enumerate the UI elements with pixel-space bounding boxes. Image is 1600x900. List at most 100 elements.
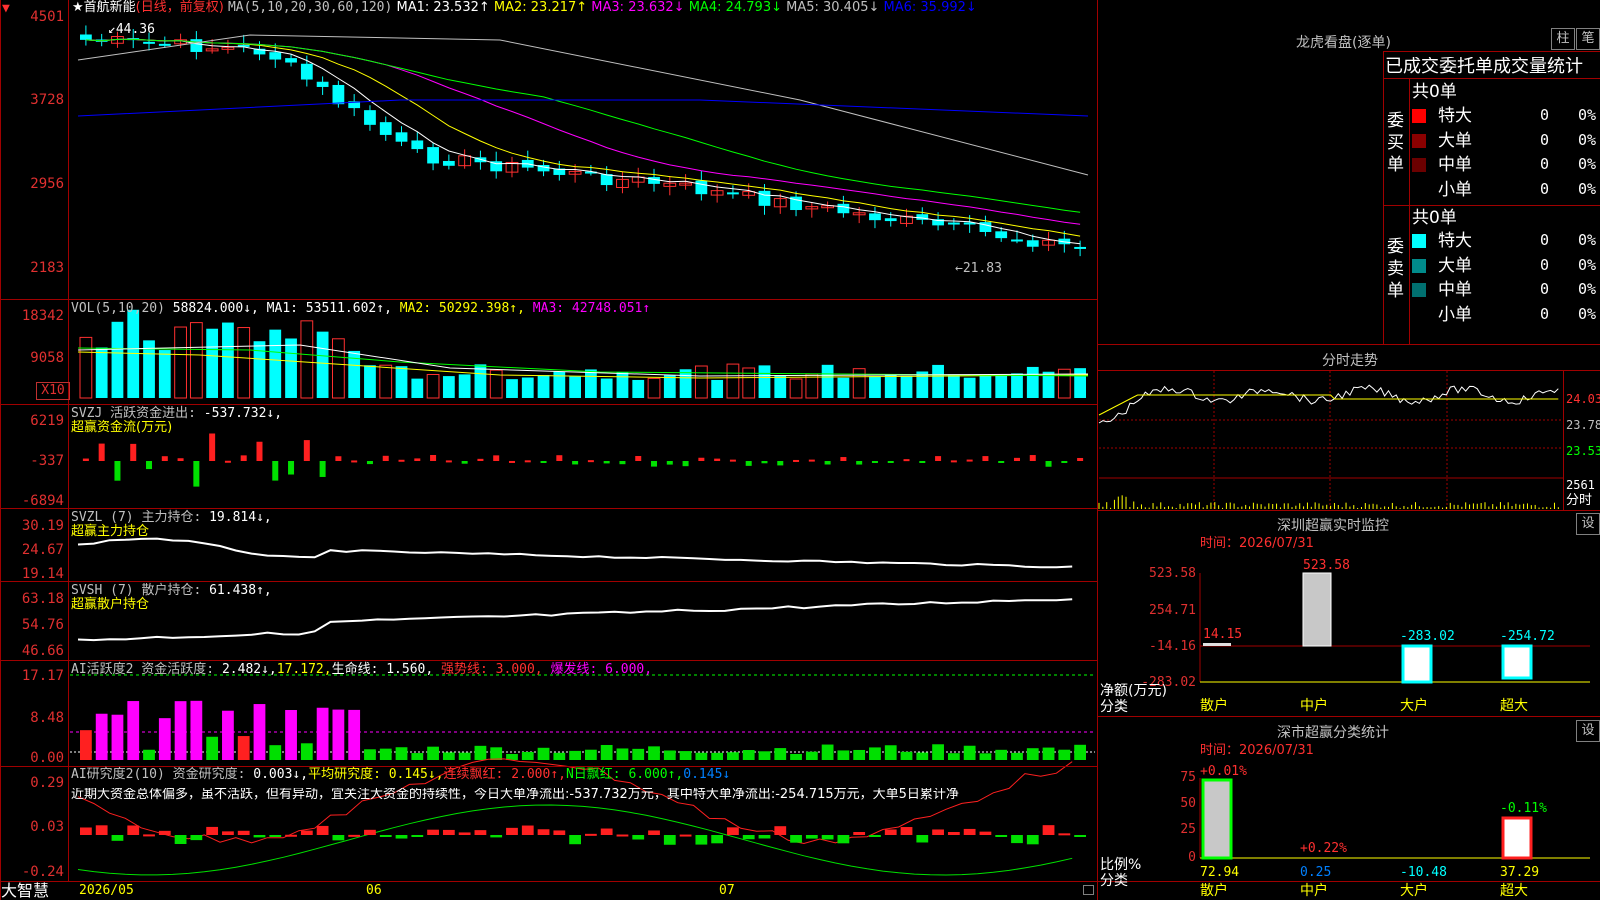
svsh-header: SVSH (7) 散户持仓: 61.438↑, — [71, 583, 272, 598]
panel-divider-1 — [0, 299, 1097, 300]
ai-active-bar-2 — [111, 714, 124, 760]
ai-research-bar-29 — [537, 829, 550, 835]
ai-research-bar-58 — [995, 835, 1008, 837]
volume-bar-35 — [632, 379, 645, 398]
pen-mode-button[interactable]: 笔 — [1576, 28, 1600, 50]
volume-bar-7 — [189, 322, 203, 399]
ai-research-bar-35 — [632, 835, 645, 840]
svsh-axis-3: 46.66 — [21, 643, 64, 659]
volume-bar-48 — [837, 377, 850, 398]
svzj-bar-58 — [998, 461, 1005, 463]
ai-research-bar-17 — [348, 834, 361, 837]
svzj-bar-21 — [414, 458, 421, 461]
price-axis-2: 3728 — [30, 92, 64, 108]
lhb-tabs[interactable]: 已成交委托单成交量统计 — [1385, 57, 1600, 77]
price-axis-3: 2956 — [30, 176, 64, 192]
svzj-bar-33 — [603, 461, 610, 464]
sz-monitor-settings-button[interactable]: 设 — [1576, 513, 1600, 535]
volume-bar-52 — [900, 375, 913, 398]
lock-icon[interactable] — [1083, 885, 1094, 895]
ai-active-bar-43 — [758, 751, 771, 760]
intraday-price-line — [1098, 384, 1559, 424]
svzj-bar-10 — [240, 455, 247, 461]
panel-divider-5 — [0, 660, 1097, 661]
intraday-title: 分时走势 — [1322, 353, 1378, 369]
ai-research-bar-56 — [963, 828, 976, 835]
ai-active-bar-58 — [995, 749, 1008, 760]
ai-research-bar-63 — [1074, 835, 1086, 837]
volume-bar-28 — [521, 377, 534, 398]
sz-class-settings-button[interactable]: 设 — [1576, 720, 1600, 742]
svzj-bar-5 — [161, 456, 168, 461]
volume-bar-9 — [222, 322, 234, 398]
ai-active-axis-3: 0.00 — [30, 750, 64, 766]
ai-active-bar-44 — [774, 748, 787, 760]
price-axis-4: 2183 — [30, 260, 64, 276]
ai-research-bar-28 — [521, 825, 534, 835]
ai-research-bar-59 — [1011, 835, 1023, 844]
sz-monitor-axis-2: 254.71 — [1149, 603, 1196, 618]
buy-row-count-4: 0 — [1540, 179, 1550, 198]
sz-monitor-value-3: -283.02 — [1400, 629, 1455, 644]
ai-research-bar-31 — [569, 835, 581, 845]
ai-research-axis-2: 0.03 — [30, 819, 64, 835]
ai-active-bar-35 — [632, 748, 645, 760]
svzj-bar-62 — [1061, 461, 1068, 463]
svzj-bar-2 — [114, 461, 121, 481]
volume-bar-57 — [979, 374, 992, 398]
sell-label: 委卖单 — [1387, 237, 1404, 301]
ai-active-bar-9 — [222, 710, 234, 760]
ai-research-bar-11 — [253, 835, 266, 838]
buy-row-name-3: 中单 — [1438, 155, 1472, 175]
ai-active-bar-41 — [727, 752, 739, 760]
buy-row-pct-4: 0% — [1578, 181, 1597, 196]
svzj-bar-49 — [856, 461, 863, 465]
ai-active-bar-45 — [790, 753, 802, 760]
bar-mode-button[interactable]: 柱 — [1551, 28, 1575, 50]
lhb-left-border — [1383, 51, 1384, 344]
date-label-3: 07 — [719, 883, 735, 898]
svzj-bar-50 — [871, 461, 878, 463]
ai-research-bar-26 — [490, 835, 503, 838]
ma-legend-6: MA6: 35.992↓ — [879, 0, 977, 15]
svzj-bar-56 — [966, 459, 973, 462]
sz-monitor-time: 时间：2026/07/31 — [1200, 536, 1314, 551]
brand-label[interactable]: 大智慧 — [1, 882, 49, 900]
ai-research-bar-61 — [1042, 825, 1055, 835]
ai-research-bar-20 — [395, 835, 408, 839]
svzj-bar-47 — [824, 461, 831, 465]
candle-body-23 — [442, 160, 455, 166]
ai-research-bar-22 — [427, 829, 439, 835]
volume-bar-11 — [253, 341, 266, 398]
star-icon[interactable]: ★ — [72, 0, 84, 15]
sz-class-axis-2: 50 — [1180, 796, 1196, 811]
ai-research-bar-40 — [711, 835, 724, 844]
chart-mode[interactable]: (日线，前复权) — [136, 0, 224, 15]
ai-active-bar-23 — [442, 752, 455, 760]
ai-research-bar-18 — [364, 829, 376, 835]
svzj-bar-12 — [272, 461, 279, 481]
buy-row-name-2: 大单 — [1438, 130, 1472, 151]
buy-row-name-1: 特大 — [1438, 106, 1472, 126]
buy-total: 共0单 — [1412, 82, 1457, 102]
ai-research-bar-5 — [158, 830, 171, 835]
vol-unit-badge: X10 — [36, 382, 70, 400]
volume-bar-19 — [379, 364, 393, 399]
chart-canvas[interactable] — [0, 0, 1600, 900]
volume-bar-33 — [600, 378, 613, 398]
sz-class-title: 深市超赢分类统计 — [1277, 725, 1389, 741]
candle-body-12 — [269, 52, 282, 60]
ma-line-5 — [77, 34, 1089, 176]
intraday-axis-2: 23.78 — [1566, 418, 1600, 432]
svzj-bar-26 — [493, 455, 500, 461]
candle-body-16 — [332, 84, 345, 105]
ai-research-bar-33 — [600, 828, 613, 835]
candle-body-21 — [411, 140, 424, 150]
ai-research-bar-13 — [285, 834, 297, 837]
sz-class-bar-1 — [1201, 778, 1233, 860]
bottom-axis-line — [0, 881, 1600, 882]
svzj-bar-1 — [98, 443, 105, 461]
svzj-bar-3 — [130, 443, 137, 461]
svsh-subtitle: 超赢散户持仓 — [71, 597, 150, 612]
ai-active-bar-50 — [869, 747, 881, 760]
